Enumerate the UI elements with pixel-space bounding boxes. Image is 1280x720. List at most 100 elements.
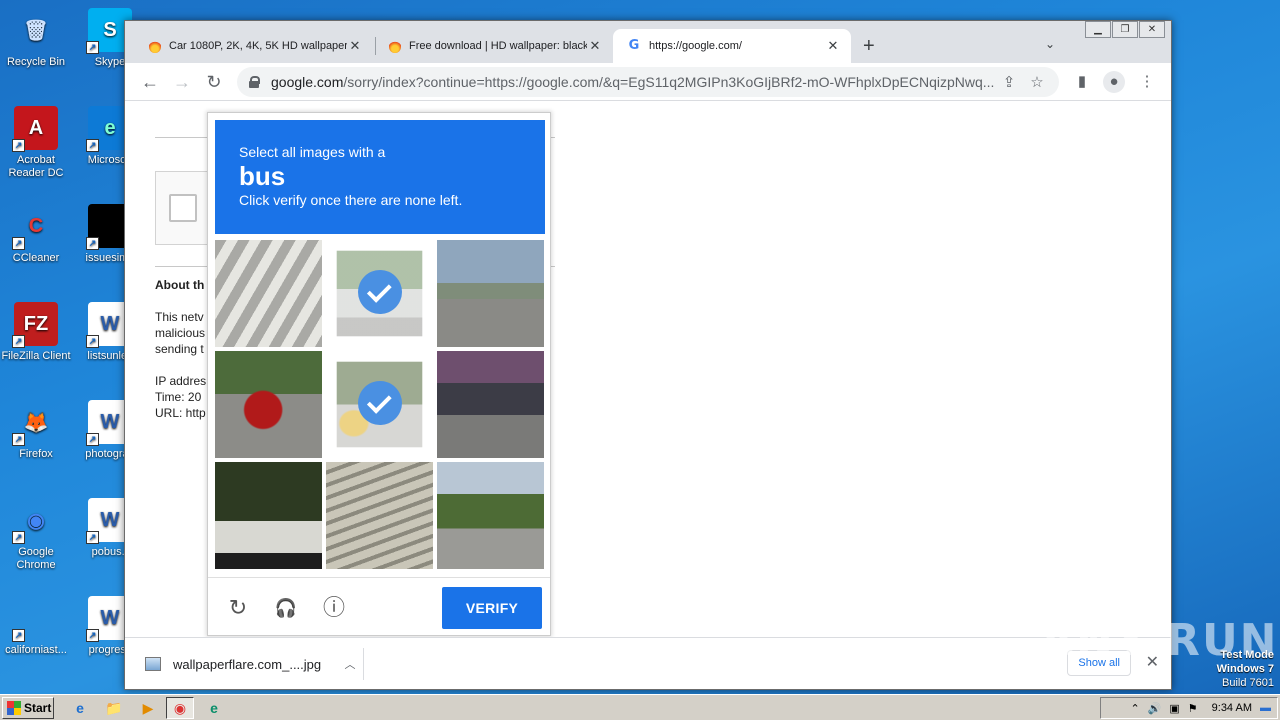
desktop-icon-label: CCleaner <box>12 252 60 264</box>
tray-expand-icon[interactable]: ⌃ <box>1130 702 1139 715</box>
side-panel-icon[interactable]: ▮ <box>1071 71 1093 93</box>
shortcut-arrow-icon: ↗ <box>86 139 99 152</box>
taskbar-edge-icon[interactable]: e <box>200 697 228 719</box>
google-favicon-icon: G <box>628 38 640 53</box>
start-button[interactable]: Start <box>2 697 54 719</box>
verify-button[interactable]: VERIFY <box>442 587 542 629</box>
bookmark-star-icon[interactable]: ☆ <box>1023 73 1051 91</box>
system-tray: ⌃ 🔊 ▣ ⚑ 9:34 AM ▬ <box>1100 697 1278 719</box>
url-text[interactable]: google.com/sorry/index?continue=https://… <box>271 74 995 90</box>
reload-button[interactable]: ↻ <box>201 69 227 95</box>
download-filename: wallpaperflare.com_....jpg <box>173 656 322 672</box>
lock-icon[interactable] <box>249 76 260 88</box>
tile-image <box>215 462 322 569</box>
window-controls: ▁ ❐ ✕ <box>1084 21 1165 38</box>
shortcut-arrow-icon: ↗ <box>86 531 99 544</box>
tab-search-chevron-icon[interactable]: ⌄ <box>1045 37 1055 51</box>
desktop-icon-label: Google Chrome <box>16 546 56 571</box>
headphones-icon[interactable]: 🎧 <box>270 592 302 624</box>
shortcut-arrow-icon: ↗ <box>12 237 25 250</box>
app-icon: FZ ↗ <box>12 302 58 348</box>
tab-title: Free download | HD wallpaper: black <box>409 40 587 52</box>
desktop-icon-ccleaner[interactable]: C ↗ CCleaner <box>0 204 74 265</box>
address-bar[interactable]: google.com/sorry/index?continue=https://… <box>237 67 1059 97</box>
tab-google[interactable]: G https://google.com/ ✕ <box>613 29 851 63</box>
shortcut-arrow-icon: ↗ <box>12 629 25 642</box>
chrome-menu-icon[interactable]: ⋮ <box>1136 71 1158 93</box>
desktop-icon-firefox[interactable]: 🦊 ↗ Firefox <box>0 400 74 461</box>
desktop-icon-label: FileZilla Client <box>1 350 71 362</box>
reload-challenge-icon[interactable]: ↻ <box>222 592 254 624</box>
url-line: URL: http <box>155 406 206 420</box>
share-icon[interactable]: ⇪ <box>995 73 1023 91</box>
action-center-flag-icon[interactable]: ⚑ <box>1188 702 1198 715</box>
desktop-icon-californiast[interactable]: ↗ californiast... <box>0 596 74 657</box>
about-paragraph-line: malicious <box>155 326 206 340</box>
minimize-button[interactable]: ▁ <box>1085 21 1111 38</box>
page-content: About th This netv malicious sending t I… <box>125 101 1171 637</box>
captcha-tile[interactable] <box>437 462 544 569</box>
desktop-icon-label: Firefox <box>19 448 53 460</box>
tab-title: https://google.com/ <box>649 40 742 52</box>
image-grid <box>215 240 545 570</box>
taskbar-media-player-icon[interactable]: ▶ <box>134 697 162 719</box>
tab-car-wallpapers[interactable]: Car 1080P, 2K, 4K, 5K HD wallpapers ✕ <box>135 29 373 63</box>
app-icon: 🦊 ↗ <box>12 400 58 446</box>
recaptcha-challenge: Select all images with a bus Click verif… <box>207 112 551 636</box>
captcha-tile[interactable] <box>437 240 544 347</box>
captcha-tile[interactable] <box>437 351 544 458</box>
clock[interactable]: 9:34 AM <box>1212 702 1252 714</box>
tile-image <box>437 351 544 458</box>
taskbar-chrome-icon[interactable]: ◉ <box>166 697 194 719</box>
recaptcha-checkbox[interactable] <box>169 194 197 222</box>
restore-button[interactable]: ❐ <box>1112 21 1138 38</box>
captcha-tile[interactable] <box>215 240 322 347</box>
about-paragraph-line: sending t <box>155 342 204 356</box>
info-icon[interactable]: ⓘ <box>318 592 350 624</box>
download-bar: wallpaperflare.com_....jpg ︿ Show all ✕ <box>125 637 1171 689</box>
taskbar: Start e 📁 ▶ ◉ e ⌃ 🔊 ▣ ⚑ 9:34 AM ▬ <box>0 694 1280 720</box>
divider <box>363 648 364 680</box>
browser-toolbar: ← → ↻ google.com/sorry/index?continue=ht… <box>125 63 1171 101</box>
download-item[interactable]: wallpaperflare.com_....jpg ︿ <box>145 648 359 680</box>
captcha-tile[interactable] <box>326 462 433 569</box>
taskbar-ie-icon[interactable]: e <box>66 697 94 719</box>
captcha-tile[interactable] <box>326 240 433 347</box>
tile-image <box>215 351 322 458</box>
network-icon[interactable]: ▣ <box>1169 702 1179 715</box>
selected-checkmark-icon <box>358 381 402 425</box>
captcha-tile[interactable] <box>215 351 322 458</box>
new-tab-button[interactable]: + <box>863 35 875 57</box>
tab-close-icon[interactable]: ✕ <box>347 38 363 54</box>
tab-title: Car 1080P, 2K, 4K, 5K HD wallpapers <box>169 40 347 52</box>
selected-checkmark-icon <box>358 270 402 314</box>
desktop-icon-google-chrome[interactable]: ◉ ↗ Google Chrome <box>0 498 74 572</box>
tab-close-icon[interactable]: ✕ <box>825 38 841 54</box>
shortcut-arrow-icon: ↗ <box>86 433 99 446</box>
back-button[interactable]: ← <box>137 69 163 95</box>
tab-hd-wallpaper[interactable]: Free download | HD wallpaper: black ✕ <box>375 29 613 63</box>
volume-icon[interactable]: 🔊 <box>1148 702 1162 715</box>
ip-address-line: IP addres <box>155 374 207 388</box>
challenge-instruction: Select all images with a <box>239 144 386 160</box>
desktop-icon-filezilla-client[interactable]: FZ ↗ FileZilla Client <box>0 302 74 363</box>
tab-close-icon[interactable]: ✕ <box>587 38 603 54</box>
desktop-icon-acrobat-reader-dc[interactable]: A ↗ Acrobat Reader DC <box>0 106 74 180</box>
close-window-button[interactable]: ✕ <box>1139 21 1165 38</box>
captcha-tile[interactable] <box>326 351 433 458</box>
app-icon: ◉ ↗ <box>12 498 58 544</box>
tile-image <box>437 462 544 569</box>
shortcut-arrow-icon: ↗ <box>86 41 99 54</box>
profile-avatar-icon[interactable]: ● <box>1103 71 1125 93</box>
flame-favicon-icon <box>149 39 161 53</box>
taskbar-explorer-icon[interactable]: 📁 <box>100 697 128 719</box>
chevron-up-icon[interactable]: ︿ <box>341 656 359 672</box>
shortcut-arrow-icon: ↗ <box>12 433 25 446</box>
desktop-icon-label: californiast... <box>5 644 67 656</box>
desktop-icon-recycle-bin[interactable]: 🗑 Recycle Bin <box>0 8 74 69</box>
forward-button[interactable]: → <box>169 69 195 95</box>
shortcut-arrow-icon: ↗ <box>12 335 25 348</box>
captcha-tile[interactable] <box>215 462 322 569</box>
flame-favicon-icon <box>389 39 401 53</box>
show-desktop-icon[interactable]: ▬ <box>1260 702 1271 714</box>
